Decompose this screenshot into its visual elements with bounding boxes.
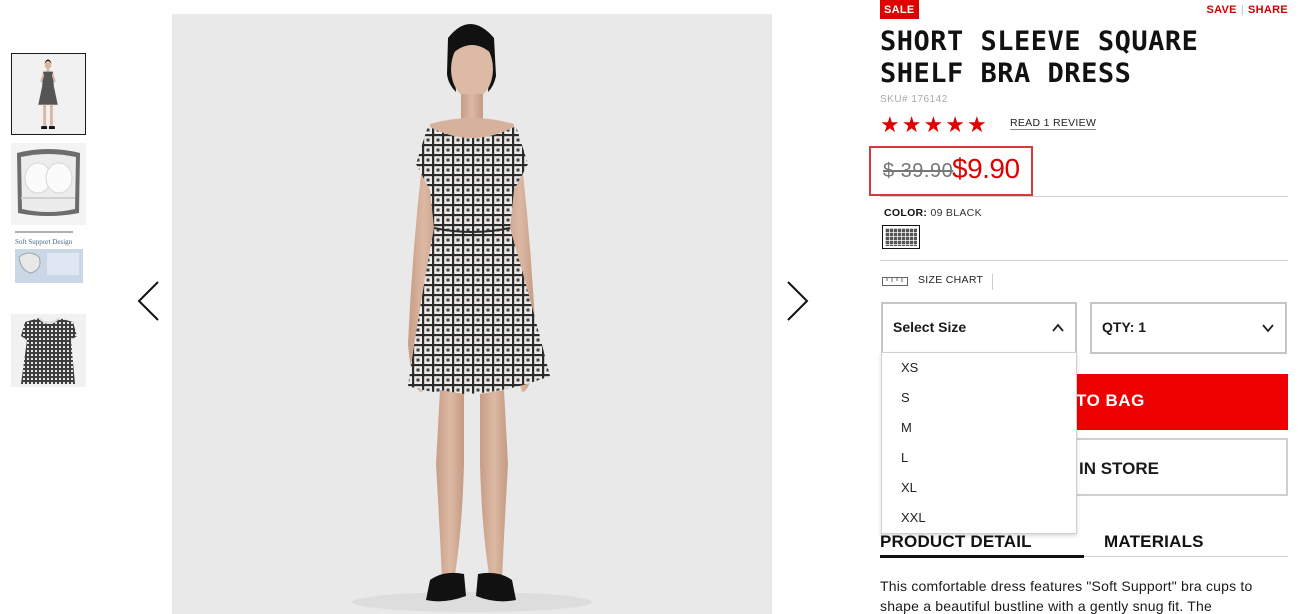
swatch-pattern	[885, 228, 917, 246]
thumbnail-caption: Soft Support Design	[15, 238, 73, 246]
find-in-store-button[interactable]: IN STORE	[1076, 438, 1288, 496]
size-chart-label: SIZE CHART	[918, 274, 984, 286]
size-select-value: Select Size	[893, 319, 967, 335]
bra-cup-image	[11, 143, 86, 225]
next-image-button[interactable]	[783, 278, 813, 324]
star-icon: ★	[945, 112, 965, 137]
save-link[interactable]: SAVE	[1206, 4, 1236, 16]
previous-image-button[interactable]	[133, 278, 163, 324]
divider	[880, 196, 1288, 197]
color-swatch-black[interactable]	[882, 225, 920, 249]
dress-flat-image	[11, 314, 86, 387]
star-icon: ★	[966, 112, 987, 137]
chevron-down-icon	[1262, 324, 1274, 333]
tab-product-detail[interactable]: PRODUCT DETAIL	[880, 532, 1032, 552]
star-icon: ★	[880, 112, 900, 137]
separator: |	[1240, 4, 1244, 16]
original-price: $ 39.90	[883, 160, 954, 182]
thumbnail-bra-cup-detail[interactable]	[11, 143, 86, 225]
sale-badge: SALE	[880, 0, 919, 19]
color-value: 09 BLACK	[930, 207, 982, 219]
star-icon: ★	[901, 112, 922, 137]
quantity-select-value: QTY: 1	[1102, 319, 1147, 335]
price-box: $ 39.90 $9.90	[869, 146, 1033, 196]
size-option-xxl[interactable]: XXL	[882, 503, 1076, 533]
add-to-bag-button[interactable]: TO BAG	[1076, 374, 1288, 430]
find-in-store-label: IN STORE	[1079, 459, 1159, 478]
save-share-links: SAVE | SHARE	[1206, 4, 1288, 16]
separator	[992, 274, 993, 290]
soft-support-diagram-image: Soft Support Design	[11, 227, 86, 287]
product-sku: SKU# 176142	[880, 94, 948, 105]
thumbnail-dress-front[interactable]	[11, 53, 86, 135]
thumbnail-dress-flat[interactable]	[11, 314, 86, 387]
dress-model-image	[12, 54, 85, 134]
tab-divider	[1084, 556, 1288, 557]
ruler-icon	[882, 277, 908, 286]
product-description: This comfortable dress features "Soft Su…	[880, 578, 1253, 614]
size-select[interactable]: Select Size	[881, 302, 1077, 354]
size-option-l[interactable]: L	[882, 443, 1076, 473]
size-option-xs[interactable]: XS	[882, 353, 1076, 383]
size-chart-link[interactable]: SIZE CHART	[882, 274, 993, 290]
size-option-s[interactable]: S	[882, 383, 1076, 413]
model-wearing-dress-image	[172, 14, 772, 614]
add-to-bag-label: TO BAG	[1076, 391, 1145, 410]
tab-materials[interactable]: MATERIALS	[1104, 532, 1204, 552]
read-reviews-link[interactable]: READ 1 REVIEW	[1010, 117, 1097, 130]
color-label: COLOR: 09 BLACK	[884, 207, 982, 219]
size-dropdown: XS S M L XL XXL	[881, 352, 1077, 534]
main-product-image	[172, 14, 772, 614]
star-icon: ★	[923, 112, 944, 137]
thumbnail-soft-support-design[interactable]: Soft Support Design	[11, 227, 86, 287]
color-label-key: COLOR:	[884, 207, 928, 219]
size-option-m[interactable]: M	[882, 413, 1076, 443]
quantity-select[interactable]: QTY: 1	[1090, 302, 1287, 354]
divider	[880, 260, 1288, 261]
product-title: SHORT SLEEVE SQUARE SHELF BRA DRESS	[880, 26, 1199, 89]
size-option-xl[interactable]: XL	[882, 473, 1076, 503]
chevron-left-icon	[137, 281, 159, 321]
chevron-right-icon	[787, 281, 809, 321]
detail-tabs: PRODUCT DETAIL MATERIALS	[880, 530, 1288, 558]
sale-price: $9.90	[952, 153, 1020, 184]
product-panel: SALE SAVE | SHARE SHORT SLEEVE SQUARE SHEL…	[869, 0, 1288, 614]
chevron-up-icon	[1052, 323, 1064, 332]
active-tab-indicator	[880, 555, 1084, 558]
rating-stars: ★ ★ ★ ★ ★	[880, 114, 987, 136]
share-link[interactable]: SHARE	[1248, 4, 1288, 16]
